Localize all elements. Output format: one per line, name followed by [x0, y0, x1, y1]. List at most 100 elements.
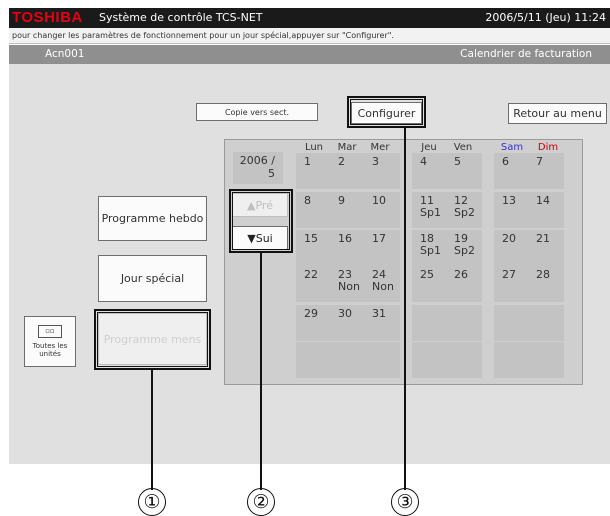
title-bar: TOSHIBA Système de contrôle TCS-NET 2006…: [9, 8, 610, 28]
calendar-day-cell[interactable]: 3: [364, 153, 400, 189]
calendar-day-cell[interactable]: 18 Sp1: [412, 230, 448, 266]
callout-line-3: [404, 128, 406, 490]
calendar-day-cell[interactable]: 17: [364, 230, 400, 266]
callout-line-2: [260, 253, 262, 490]
calendar-day-cell[interactable]: 27: [494, 266, 530, 302]
month-label: 2006 / 5: [233, 152, 283, 184]
day-tag: Non: [372, 280, 394, 293]
day-header: Jeu: [421, 142, 437, 153]
calendar-day-cell[interactable]: [364, 342, 400, 378]
day-number: 2: [338, 155, 345, 168]
calendar-day-cell[interactable]: 19 Sp2: [446, 230, 482, 266]
calendar-day-cell[interactable]: 25: [412, 266, 448, 302]
calendar-day-cell[interactable]: 10: [364, 192, 400, 228]
all-units-label: Toutes les unités: [32, 342, 68, 358]
day-number: 21: [536, 232, 550, 245]
calendar-day-cell[interactable]: 4: [412, 153, 448, 189]
day-number: 17: [372, 232, 386, 245]
calendar-day-cell[interactable]: 2: [330, 153, 366, 189]
calendar-day-cell[interactable]: 14: [528, 192, 564, 228]
day-header: Lun: [304, 142, 324, 153]
back-to-menu-button[interactable]: Retour au menu: [508, 103, 607, 124]
screen-title: Calendrier de facturation: [460, 48, 592, 60]
calendar-day-cell[interactable]: 5: [446, 153, 482, 189]
day-number: 6: [502, 155, 509, 168]
callout-frame-2: [229, 189, 293, 253]
calendar-day-cell[interactable]: 20: [494, 230, 530, 266]
day-number: 28: [536, 268, 550, 281]
day-number: 9: [338, 194, 345, 207]
calendar-day-cell[interactable]: [528, 342, 564, 378]
callout-frame-3: [347, 96, 426, 128]
calendar-day-cell[interactable]: 30: [330, 305, 366, 341]
units-icon: ▫▫: [38, 325, 62, 338]
calendar-day-cell[interactable]: 29: [296, 305, 332, 341]
day-number: 7: [536, 155, 543, 168]
calendar-day-cell[interactable]: [494, 342, 530, 378]
day-number: 25: [420, 268, 434, 281]
callout-frame-1: [94, 309, 211, 370]
section-header: Acn001 Calendrier de facturation: [9, 45, 610, 64]
weekly-program-button[interactable]: Programme hebdo: [98, 196, 207, 241]
day-number: 14: [536, 194, 550, 207]
calendar-day-cell[interactable]: [296, 342, 332, 378]
day-header: Dim: [537, 142, 559, 153]
toshiba-logo: TOSHIBA: [12, 9, 83, 26]
calendar-day-cell[interactable]: [412, 342, 448, 378]
callout-number-1: ①: [138, 488, 166, 516]
callout-number-2: ②: [247, 488, 275, 516]
datetime-display: 2006/5/11 (Jeu) 11:24: [485, 11, 606, 24]
day-number: 15: [304, 232, 318, 245]
callout-number-3: ③: [391, 488, 419, 516]
calendar-day-cell[interactable]: 7: [528, 153, 564, 189]
day-header: Sam: [500, 142, 524, 153]
day-tag: Sp2: [454, 206, 475, 219]
calendar-day-cell[interactable]: 12 Sp2: [446, 192, 482, 228]
day-number: 20: [502, 232, 516, 245]
day-number: 13: [502, 194, 516, 207]
calendar-day-cell[interactable]: 24 Non: [364, 266, 400, 302]
day-tag: Sp1: [420, 206, 441, 219]
copy-to-section-button[interactable]: Copie vers sect.: [196, 103, 318, 121]
hint-message: pour changer les paramètres de fonctionn…: [9, 28, 610, 44]
calendar-day-cell[interactable]: [446, 305, 482, 341]
calendar-day-cell[interactable]: 6: [494, 153, 530, 189]
calendar-day-cell[interactable]: 21: [528, 230, 564, 266]
day-number: 8: [304, 194, 311, 207]
day-number: 22: [304, 268, 318, 281]
calendar-day-cell[interactable]: [330, 342, 366, 378]
calendar-day-cell[interactable]: [494, 305, 530, 341]
app-title: Système de contrôle TCS-NET: [99, 11, 263, 24]
calendar-day-cell[interactable]: 22: [296, 266, 332, 302]
calendar-day-cell[interactable]: 15: [296, 230, 332, 266]
calendar-day-cell[interactable]: 26: [446, 266, 482, 302]
all-units-button[interactable]: ▫▫ Toutes les unités: [24, 316, 76, 367]
calendar-day-cell[interactable]: [528, 305, 564, 341]
day-number: 27: [502, 268, 516, 281]
calendar-day-cell[interactable]: 8: [296, 192, 332, 228]
calendar-day-cell[interactable]: [446, 342, 482, 378]
special-day-button[interactable]: Jour spécial: [98, 255, 207, 302]
day-header: Mer: [370, 142, 390, 153]
day-number: 16: [338, 232, 352, 245]
calendar-day-cell[interactable]: 31: [364, 305, 400, 341]
calendar-day-cell[interactable]: 9: [330, 192, 366, 228]
calendar-day-cell[interactable]: 23 Non: [330, 266, 366, 302]
day-number: 30: [338, 307, 352, 320]
calendar-day-cell[interactable]: 16: [330, 230, 366, 266]
day-tag: Sp2: [454, 244, 475, 257]
day-number: 26: [454, 268, 468, 281]
day-header: Ven: [453, 142, 473, 153]
day-number: 4: [420, 155, 427, 168]
calendar-day-cell[interactable]: [412, 305, 448, 341]
day-tag: Non: [338, 280, 360, 293]
day-tag: Sp1: [420, 244, 441, 257]
day-number: 1: [304, 155, 311, 168]
calendar-day-cell[interactable]: 28: [528, 266, 564, 302]
day-number: 29: [304, 307, 318, 320]
calendar-day-cell[interactable]: 1: [296, 153, 332, 189]
day-number: 10: [372, 194, 386, 207]
calendar-day-cell[interactable]: 13: [494, 192, 530, 228]
day-number: 5: [454, 155, 461, 168]
calendar-day-cell[interactable]: 11 Sp1: [412, 192, 448, 228]
